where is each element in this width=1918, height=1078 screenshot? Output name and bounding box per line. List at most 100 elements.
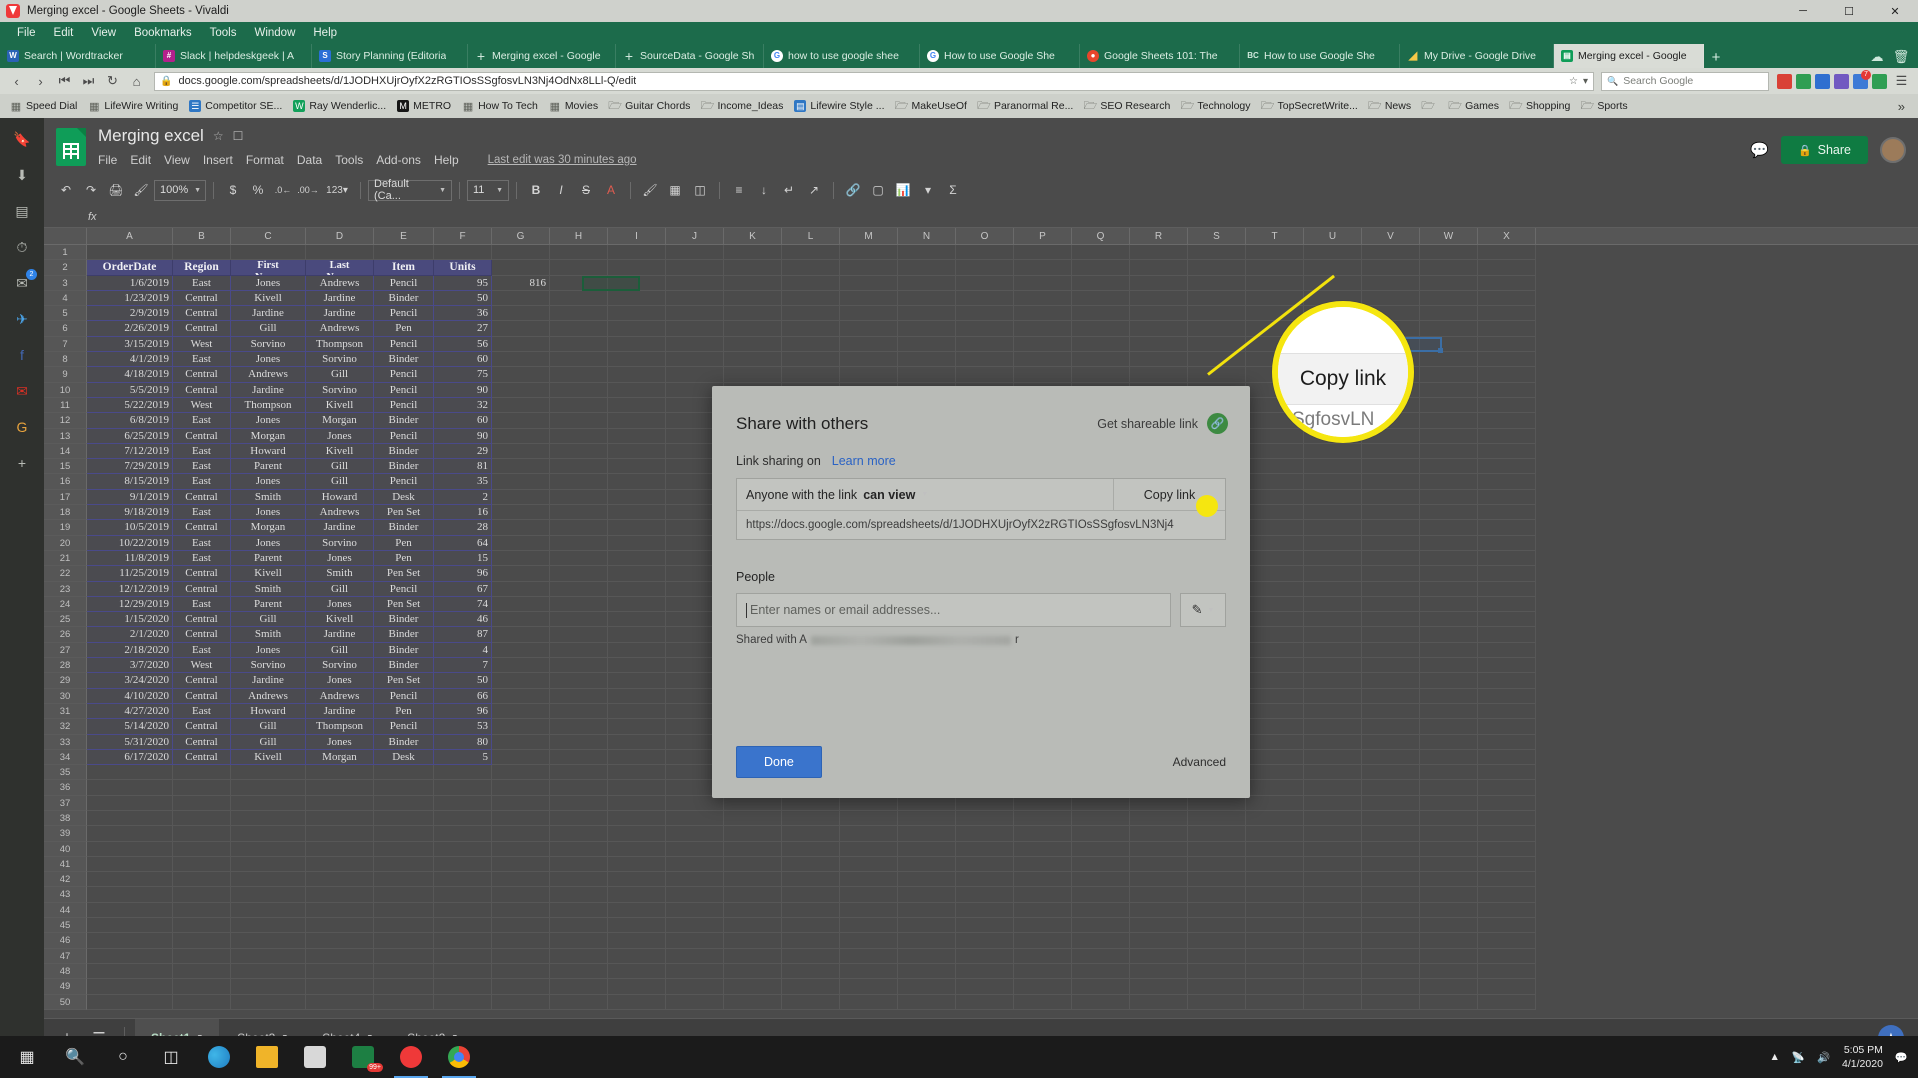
row-header-20[interactable]: 20 <box>44 535 87 551</box>
empty-cell[interactable] <box>1478 413 1536 429</box>
empty-cell[interactable] <box>724 872 782 888</box>
sheets-menu-data[interactable]: Data <box>297 153 322 167</box>
table-cell[interactable]: 4/18/2019 <box>87 367 173 383</box>
empty-cell[interactable] <box>492 658 550 674</box>
empty-cell[interactable] <box>550 352 608 368</box>
row-header-34[interactable]: 34 <box>44 749 87 766</box>
empty-cell[interactable] <box>434 795 492 811</box>
empty-cell[interactable] <box>1362 566 1420 582</box>
empty-cell[interactable] <box>782 856 840 873</box>
empty-cell[interactable] <box>782 887 840 903</box>
empty-cell[interactable] <box>1014 321 1072 337</box>
table-cell[interactable]: 32 <box>434 397 492 414</box>
empty-cell[interactable] <box>1130 290 1188 307</box>
extension-icon-5[interactable] <box>1853 69 1871 89</box>
empty-cell[interactable] <box>608 260 666 276</box>
empty-cell[interactable] <box>840 902 898 919</box>
table-cell[interactable]: 10/5/2019 <box>87 520 173 536</box>
table-cell[interactable]: Binder <box>374 413 434 429</box>
empty-cell[interactable] <box>173 979 231 995</box>
table-cell[interactable]: Pencil <box>374 474 434 490</box>
empty-cell[interactable] <box>1478 581 1536 597</box>
empty-cell[interactable] <box>1072 948 1130 964</box>
empty-cell[interactable] <box>1478 520 1536 536</box>
add-panel-icon[interactable]: + <box>11 452 33 474</box>
empty-cell[interactable] <box>724 933 782 949</box>
empty-cell[interactable] <box>1188 245 1246 261</box>
empty-cell[interactable] <box>231 841 306 857</box>
table-cell[interactable]: Kivell <box>306 397 374 414</box>
empty-cell[interactable] <box>550 642 608 659</box>
table-cell[interactable]: Binder <box>374 520 434 536</box>
empty-cell[interactable] <box>550 795 608 811</box>
empty-cell[interactable] <box>231 918 306 934</box>
empty-cell[interactable] <box>1304 902 1362 919</box>
empty-cell[interactable] <box>1246 994 1304 1010</box>
empty-cell[interactable] <box>608 673 666 689</box>
empty-cell[interactable] <box>1246 872 1304 888</box>
row-header-6[interactable]: 6 <box>44 321 87 337</box>
empty-cell[interactable] <box>434 948 492 964</box>
empty-cell[interactable] <box>1072 994 1130 1010</box>
empty-cell[interactable] <box>956 918 1014 934</box>
empty-cell[interactable] <box>1304 688 1362 704</box>
decrease-decimal-button[interactable]: .0← <box>271 178 295 202</box>
search-icon[interactable]: 🔍 <box>52 1036 98 1078</box>
empty-cell[interactable] <box>1362 581 1420 597</box>
empty-cell[interactable] <box>1420 658 1478 674</box>
column-header-S[interactable]: S <box>1188 228 1246 244</box>
empty-cell[interactable] <box>724 979 782 995</box>
bookmark-17[interactable]: 🗁 Games <box>1444 98 1504 114</box>
empty-cell[interactable] <box>87 765 173 781</box>
empty-cell[interactable] <box>840 933 898 949</box>
empty-cell[interactable] <box>492 627 550 643</box>
bookmark-2[interactable]: ☰ Competitor SE... <box>184 98 287 114</box>
empty-cell[interactable] <box>550 856 608 873</box>
table-cell[interactable]: 9/18/2019 <box>87 505 173 521</box>
table-cell[interactable]: Andrews <box>306 275 374 291</box>
row-header-50[interactable]: 50 <box>44 994 87 1010</box>
empty-cell[interactable] <box>492 673 550 689</box>
forward-icon[interactable]: › <box>30 71 51 92</box>
menu-tools[interactable]: Tools <box>201 25 246 41</box>
empty-cell[interactable] <box>550 245 608 261</box>
table-cell[interactable]: Thompson <box>306 719 374 735</box>
empty-cell[interactable] <box>1246 703 1304 720</box>
empty-cell[interactable] <box>550 566 608 582</box>
empty-cell[interactable] <box>306 841 374 857</box>
empty-cell[interactable] <box>492 474 550 490</box>
empty-cell[interactable] <box>724 290 782 307</box>
table-cell[interactable]: 3/7/2020 <box>87 658 173 674</box>
empty-cell[interactable] <box>550 397 608 414</box>
table-cell[interactable]: 56 <box>434 336 492 353</box>
table-cell[interactable]: Central <box>173 581 231 597</box>
table-cell[interactable]: Jones <box>231 642 306 659</box>
empty-cell[interactable] <box>608 459 666 475</box>
row-header-8[interactable]: 8 <box>44 352 87 368</box>
empty-cell[interactable] <box>782 948 840 964</box>
empty-cell[interactable] <box>724 321 782 337</box>
empty-cell[interactable] <box>306 780 374 796</box>
empty-cell[interactable] <box>550 306 608 322</box>
row-header-5[interactable]: 5 <box>44 306 87 322</box>
table-cell[interactable]: 4/10/2020 <box>87 688 173 704</box>
empty-cell[interactable] <box>1246 627 1304 643</box>
empty-cell[interactable] <box>434 902 492 919</box>
empty-cell[interactable] <box>1246 826 1304 842</box>
column-header-W[interactable]: W <box>1420 228 1478 244</box>
empty-cell[interactable] <box>608 397 666 414</box>
table-cell[interactable]: Sorvino <box>306 658 374 674</box>
empty-cell[interactable] <box>1478 596 1536 613</box>
empty-cell[interactable] <box>608 780 666 796</box>
empty-cell[interactable] <box>1014 290 1072 307</box>
empty-cell[interactable] <box>666 948 724 964</box>
empty-cell[interactable] <box>1362 245 1420 261</box>
empty-cell[interactable] <box>666 336 724 353</box>
table-cell[interactable]: Central <box>173 734 231 750</box>
empty-cell[interactable] <box>1478 397 1536 414</box>
empty-cell[interactable] <box>1014 367 1072 383</box>
column-header-V[interactable]: V <box>1362 228 1420 244</box>
get-shareable-link-button[interactable]: Get shareable link 🔗 <box>1097 413 1228 434</box>
empty-cell[interactable] <box>1188 275 1246 291</box>
filter-icon[interactable]: ▾ <box>916 178 940 202</box>
